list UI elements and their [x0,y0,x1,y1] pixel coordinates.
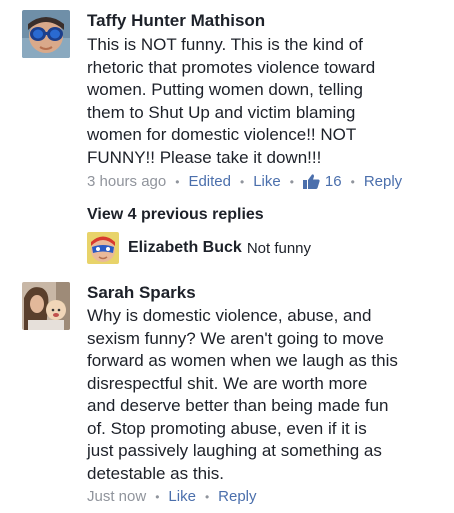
reply-author[interactable]: Elizabeth Buck [128,239,242,257]
like-button[interactable]: Like [253,173,281,190]
reply-button[interactable]: Reply [218,488,256,505]
like-count[interactable]: 16 [302,173,342,190]
edited-link[interactable]: Edited [188,173,231,190]
separator-dot: • [175,174,180,189]
reply-text: Not funny [246,239,312,257]
avatar-goggles-photo-icon [22,10,70,58]
comment-text: Why is domestic violence, abuse, and sex… [87,306,398,483]
like-button[interactable]: Like [168,488,196,505]
like-count-value: 16 [324,173,342,190]
separator-dot: • [350,174,355,189]
comment-author[interactable]: Sarah Sparks [87,283,196,303]
separator-dot: • [289,174,294,189]
avatar[interactable] [22,10,70,58]
avatar[interactable] [87,232,119,264]
comment-timestamp: Just now [87,488,147,505]
avatar[interactable] [22,282,70,330]
separator-dot: • [155,489,160,504]
reply-preview[interactable]: Elizabeth Buck Not funny [87,232,311,264]
comment-actions: Just now • Like • Reply [87,488,257,505]
avatar-mother-child-photo-icon [22,282,70,330]
separator-dot: • [204,489,210,504]
separator-dot: • [239,174,245,189]
reply-button[interactable]: Reply [364,173,402,190]
thumbs-up-icon [302,174,320,189]
comment-timestamp: 3 hours ago [87,173,167,190]
avatar-superhero-mask-photo-icon [87,232,119,264]
comment-text: This is NOT funny. This is the kind of r… [87,35,376,167]
comment-author[interactable]: Taffy Hunter Mathison [87,11,265,31]
view-previous-replies-link[interactable]: View 4 previous replies [87,206,264,224]
comment-actions: 3 hours ago • Edited • Like • 16 • Reply [87,173,402,190]
